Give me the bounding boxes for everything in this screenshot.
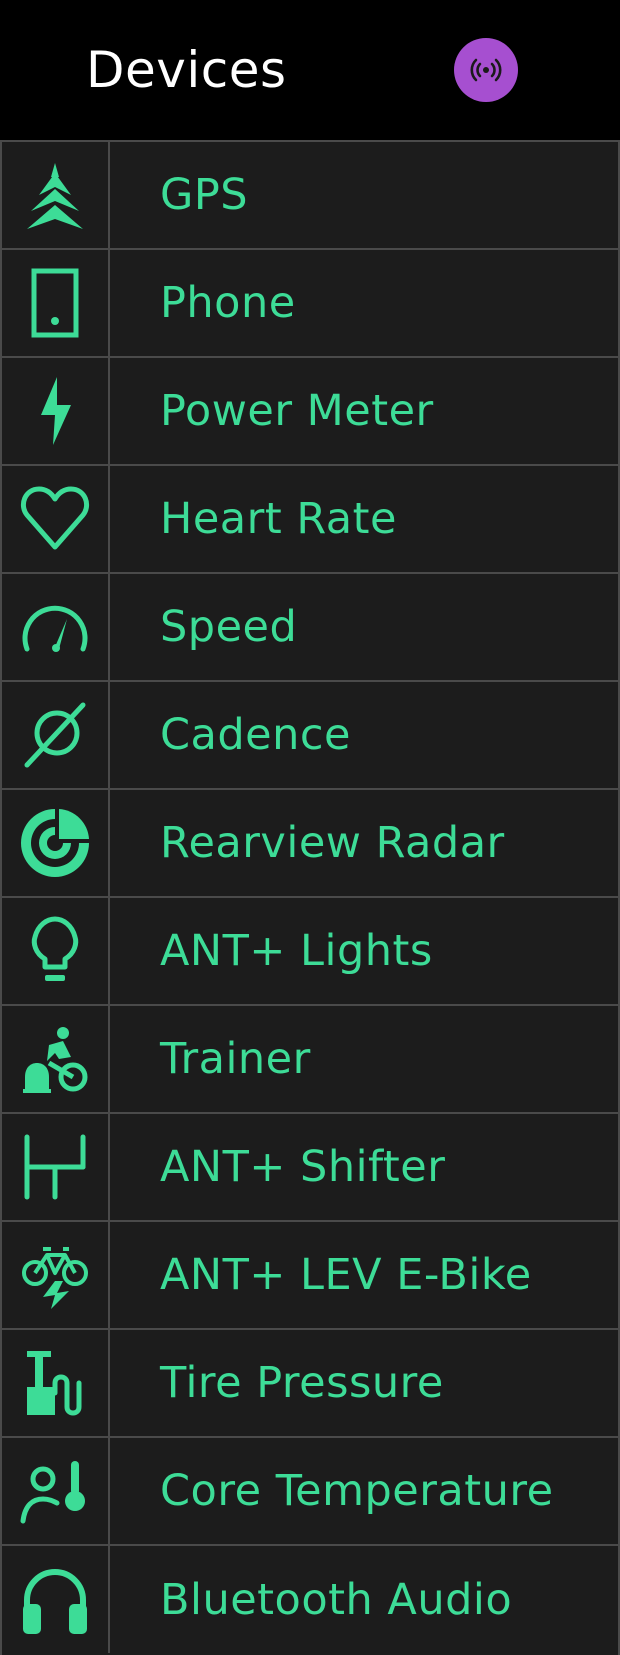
lightning-icon <box>41 377 71 445</box>
device-row-cadence[interactable]: Cadence <box>2 682 620 790</box>
device-label: Rearview Radar <box>160 818 505 868</box>
device-row-core-temperature[interactable]: Core Temperature <box>2 1438 620 1546</box>
page-title: Devices <box>86 41 287 99</box>
device-icon-cell <box>2 1330 110 1436</box>
cadence-icon <box>24 702 86 768</box>
ebike-icon <box>22 1247 88 1309</box>
device-label: Core Temperature <box>160 1466 554 1516</box>
device-icon-cell <box>2 1114 110 1220</box>
device-label: Tire Pressure <box>160 1358 444 1408</box>
device-row-ant-shifter[interactable]: ANT+ Shifter <box>2 1114 620 1222</box>
device-label: Cadence <box>160 710 351 760</box>
device-icon-cell <box>2 250 110 356</box>
trainer-icon <box>23 1027 88 1093</box>
gps-arrows-icon <box>27 163 83 229</box>
device-label: Power Meter <box>160 386 434 436</box>
device-icon-cell <box>2 682 110 788</box>
app-header: Devices <box>0 0 620 140</box>
device-row-rearview-radar[interactable]: Rearview Radar <box>2 790 620 898</box>
device-icon-cell <box>2 790 110 896</box>
device-icon-cell <box>2 142 110 248</box>
device-label: ANT+ Lights <box>160 926 433 976</box>
device-row-bluetooth-audio[interactable]: Bluetooth Audio <box>2 1546 620 1653</box>
heart-icon <box>21 486 89 550</box>
device-label: Speed <box>160 602 298 652</box>
device-row-heart-rate[interactable]: Heart Rate <box>2 466 620 574</box>
device-icon-cell <box>2 466 110 572</box>
device-icon-cell <box>2 574 110 680</box>
device-row-ant-lev-ebike[interactable]: ANT+ LEV E-Bike <box>2 1222 620 1330</box>
device-icon-cell <box>2 358 110 464</box>
shifter-icon <box>24 1134 86 1200</box>
device-icon-cell <box>2 1222 110 1328</box>
device-icon-cell <box>2 898 110 1004</box>
device-label: GPS <box>160 170 249 220</box>
device-icon-cell <box>2 1006 110 1112</box>
device-label: Heart Rate <box>160 494 397 544</box>
lightbulb-icon <box>31 916 79 981</box>
device-row-power-meter[interactable]: Power Meter <box>2 358 620 466</box>
device-row-speed[interactable]: Speed <box>2 574 620 682</box>
device-label: ANT+ Shifter <box>160 1142 446 1192</box>
phone-icon <box>31 268 79 338</box>
device-row-trainer[interactable]: Trainer <box>2 1006 620 1114</box>
device-list: GPS Phone Power Meter Heart Rate Speed C… <box>0 140 620 1655</box>
device-row-phone[interactable]: Phone <box>2 250 620 358</box>
device-row-ant-lights[interactable]: ANT+ Lights <box>2 898 620 1006</box>
broadcast-icon <box>470 58 502 82</box>
device-label: Bluetooth Audio <box>160 1574 513 1625</box>
device-row-gps[interactable]: GPS <box>2 142 620 250</box>
device-icon-cell <box>2 1546 110 1653</box>
tire-pressure-icon <box>27 1351 82 1416</box>
device-label: Phone <box>160 278 296 328</box>
device-label: ANT+ LEV E-Bike <box>160 1250 532 1300</box>
speedometer-icon <box>22 605 88 652</box>
scan-devices-button[interactable] <box>454 38 518 102</box>
headphones-icon <box>23 1568 87 1634</box>
device-row-tire-pressure[interactable]: Tire Pressure <box>2 1330 620 1438</box>
radar-icon <box>21 809 89 877</box>
core-temperature-icon <box>20 1461 85 1524</box>
device-label: Trainer <box>160 1034 311 1084</box>
device-icon-cell <box>2 1438 110 1544</box>
